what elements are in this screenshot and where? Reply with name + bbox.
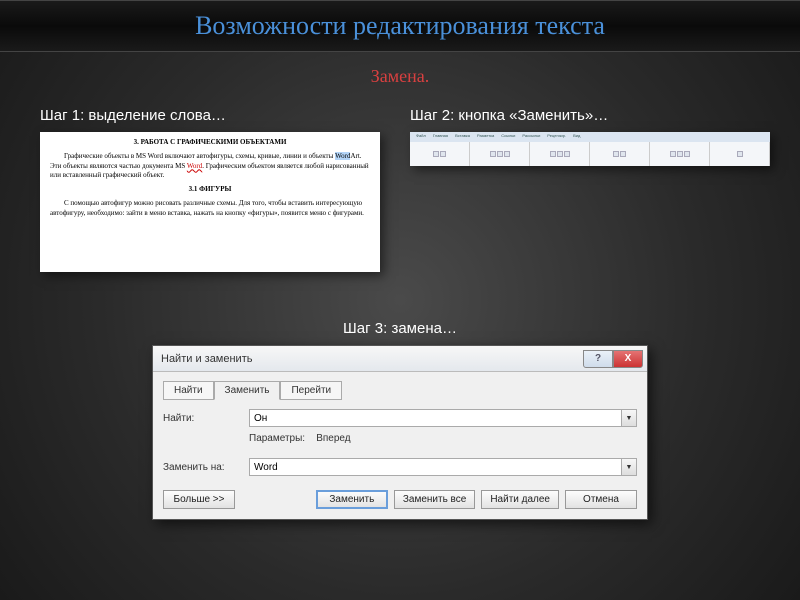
chevron-down-icon[interactable]: ▼ bbox=[621, 458, 637, 476]
tab-find[interactable]: Найти bbox=[163, 381, 214, 400]
doc-para-1: Графические объекты в MS Word включают а… bbox=[50, 152, 370, 181]
ribbon-tab[interactable]: Вставка bbox=[453, 133, 472, 141]
params-value: Вперед bbox=[316, 433, 350, 444]
replace-combo: Word ▼ bbox=[249, 458, 637, 476]
dialog-title: Найти и заменить bbox=[161, 353, 252, 365]
ribbon-button[interactable] bbox=[557, 151, 563, 157]
close-button[interactable]: X bbox=[613, 350, 643, 368]
slide-title: Возможности редактирования текста bbox=[0, 11, 800, 41]
more-button[interactable]: Больше >> bbox=[163, 490, 235, 509]
step3-label: Шаг 3: замена… bbox=[152, 320, 648, 337]
replace-input[interactable]: Word bbox=[249, 458, 621, 476]
ribbon-button[interactable] bbox=[433, 151, 439, 157]
cancel-button[interactable]: Отмена bbox=[565, 490, 637, 509]
ribbon-button[interactable] bbox=[550, 151, 556, 157]
tab-replace[interactable]: Заменить bbox=[214, 381, 281, 400]
help-button[interactable]: ? bbox=[583, 350, 613, 368]
dialog-button-row: Больше >> Заменить Заменить все Найти да… bbox=[163, 490, 637, 509]
ribbon-tab[interactable]: Вид bbox=[571, 133, 582, 141]
ribbon-tabs: Файл Главная Вставка Разметка Ссылки Рас… bbox=[410, 132, 770, 142]
do-replace-button[interactable]: Заменить bbox=[316, 490, 388, 509]
params-row: Параметры: Вперед bbox=[249, 433, 637, 444]
doc-heading-2: 3.1 ФИГУРЫ bbox=[50, 185, 370, 195]
ribbon-tab[interactable]: Главная bbox=[431, 133, 450, 141]
doc-heading-1: 3. РАБОТА С ГРАФИЧЕСКИМИ ОБЪЕКТАМИ bbox=[50, 138, 370, 148]
steps-row: Шаг 1: выделение слова… 3. РАБОТА С ГРАФ… bbox=[0, 107, 800, 272]
ribbon-tab[interactable]: Рецензир. bbox=[545, 133, 568, 141]
find-row: Найти: Он ▼ bbox=[163, 409, 637, 427]
ribbon-tab[interactable]: Рассылки bbox=[520, 133, 542, 141]
ribbon-button[interactable] bbox=[564, 151, 570, 157]
step1-column: Шаг 1: выделение слова… 3. РАБОТА С ГРАФ… bbox=[40, 107, 380, 272]
ribbon-tab[interactable]: Файл bbox=[414, 133, 428, 141]
ribbon-button[interactable] bbox=[497, 151, 503, 157]
question-icon: ? bbox=[595, 353, 601, 364]
word-ribbon-preview: Файл Главная Вставка Разметка Ссылки Рас… bbox=[410, 132, 770, 166]
ribbon-button[interactable] bbox=[440, 151, 446, 157]
ribbon-button[interactable] bbox=[670, 151, 676, 157]
dialog-tabs: Найти Заменить Перейти bbox=[163, 380, 637, 399]
replace-row: Заменить на: Word ▼ bbox=[163, 458, 637, 476]
find-label: Найти: bbox=[163, 413, 243, 424]
find-input[interactable]: Он bbox=[249, 409, 621, 427]
params-label: Параметры: bbox=[249, 433, 305, 444]
tab-goto[interactable]: Перейти bbox=[280, 381, 342, 400]
replace-all-button[interactable]: Заменить все bbox=[394, 490, 475, 509]
ribbon-button[interactable] bbox=[504, 151, 510, 157]
chevron-down-icon[interactable]: ▼ bbox=[621, 409, 637, 427]
ribbon-button[interactable] bbox=[613, 151, 619, 157]
find-replace-dialog: Найти и заменить ? X Найти Заменить Пере… bbox=[152, 345, 648, 520]
spell-underline-word: Word bbox=[187, 162, 202, 170]
selected-word: Word bbox=[335, 152, 350, 160]
ribbon-tab[interactable]: Ссылки bbox=[499, 133, 517, 141]
replace-with-label: Заменить на: bbox=[163, 462, 243, 473]
step1-label: Шаг 1: выделение слова… bbox=[40, 107, 380, 124]
ribbon-body bbox=[410, 142, 770, 166]
find-combo: Он ▼ bbox=[249, 409, 637, 427]
ribbon-button[interactable] bbox=[677, 151, 683, 157]
ribbon-button[interactable] bbox=[620, 151, 626, 157]
word-document-preview: 3. РАБОТА С ГРАФИЧЕСКИМИ ОБЪЕКТАМИ Графи… bbox=[40, 132, 380, 272]
slide-title-bar: Возможности редактирования текста bbox=[0, 0, 800, 52]
dialog-body: Найти Заменить Перейти Найти: Он ▼ Парам… bbox=[153, 372, 647, 519]
find-next-button[interactable]: Найти далее bbox=[481, 490, 559, 509]
step3-area: Шаг 3: замена… Найти и заменить ? X Найт… bbox=[152, 320, 648, 520]
window-buttons: ? X bbox=[583, 350, 643, 368]
ribbon-button[interactable] bbox=[684, 151, 690, 157]
step2-label: Шаг 2: кнопка «Заменить»… bbox=[410, 107, 770, 124]
close-icon: X bbox=[625, 353, 632, 364]
ribbon-tab[interactable]: Разметка bbox=[475, 133, 496, 141]
doc-para-2: С помощью автофигур можно рисовать разли… bbox=[50, 199, 370, 219]
dialog-titlebar[interactable]: Найти и заменить ? X bbox=[153, 346, 647, 372]
step2-column: Шаг 2: кнопка «Заменить»… Файл Главная В… bbox=[410, 107, 770, 272]
slide-subtitle: Замена. bbox=[0, 66, 800, 87]
replace-button[interactable] bbox=[737, 151, 743, 157]
ribbon-button[interactable] bbox=[490, 151, 496, 157]
